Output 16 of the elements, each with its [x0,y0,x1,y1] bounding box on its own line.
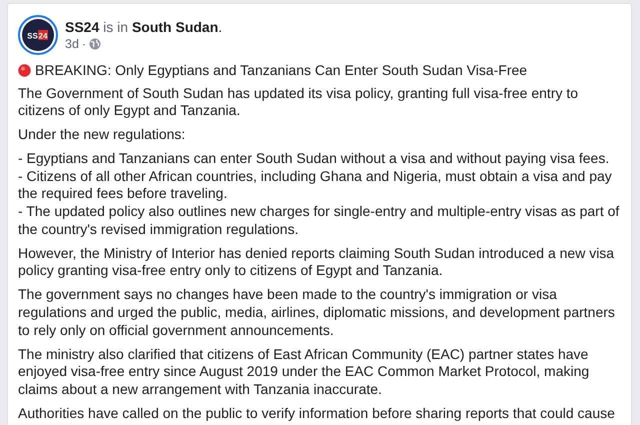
post-text: - The updated policy also outlines new charges for single-entry and multiple-entry visas as part of the country's revised immigration regulations. [18,203,620,238]
post-text: The ministry also clarified that citizens of East African Community (EAC) partner states have enjoyed visa-free entry since August 2019 under the EAC Common Market Protocol, making claims about a new arrangement with Tanzania inaccurate. [18,346,590,398]
globe-icon[interactable] [89,38,102,50]
post-time[interactable]: 3d [65,37,79,51]
post-text: - Citizens of all other African countries, including Ghana and Nigeria, must obtain a visa and pay the required fees before traveling. [18,168,613,204]
author-line: SS24 is in South Sudan. [65,19,222,35]
avatar-logo[interactable]: SS24 [18,15,58,55]
post-text: Under the new regulations: [18,126,186,144]
post-text: Authorities have called on the public to verify information before sharing reports that could cause [18,405,616,423]
post-text: The government says no changes have been made to the country's immigration or visa regulations and urged the public, media, airlines, diplomatic missions, and development partners to rely only on official government announcements. [18,286,616,340]
post-text: - Egyptians and Tanzanians can enter South Sudan without a visa and without paying visa fees. [18,150,610,168]
post-text: However, the Ministry of Interior has denied reports claiming South Sudan introduced a new visa policy granting visa-free entry only to citizens of Egypt and Tanzania. [18,244,616,280]
post-text: The Government of South Sudan has updated its visa policy, granting full visa-free entry to citizens of only Egypt and Tanzania. [18,84,580,120]
post-headline: BREAKING: Only Egyptians and Tanzanians Can Enter South Sudan Visa-Free [35,62,528,78]
separator-dot: · [82,37,86,51]
circle-icon [18,64,31,76]
